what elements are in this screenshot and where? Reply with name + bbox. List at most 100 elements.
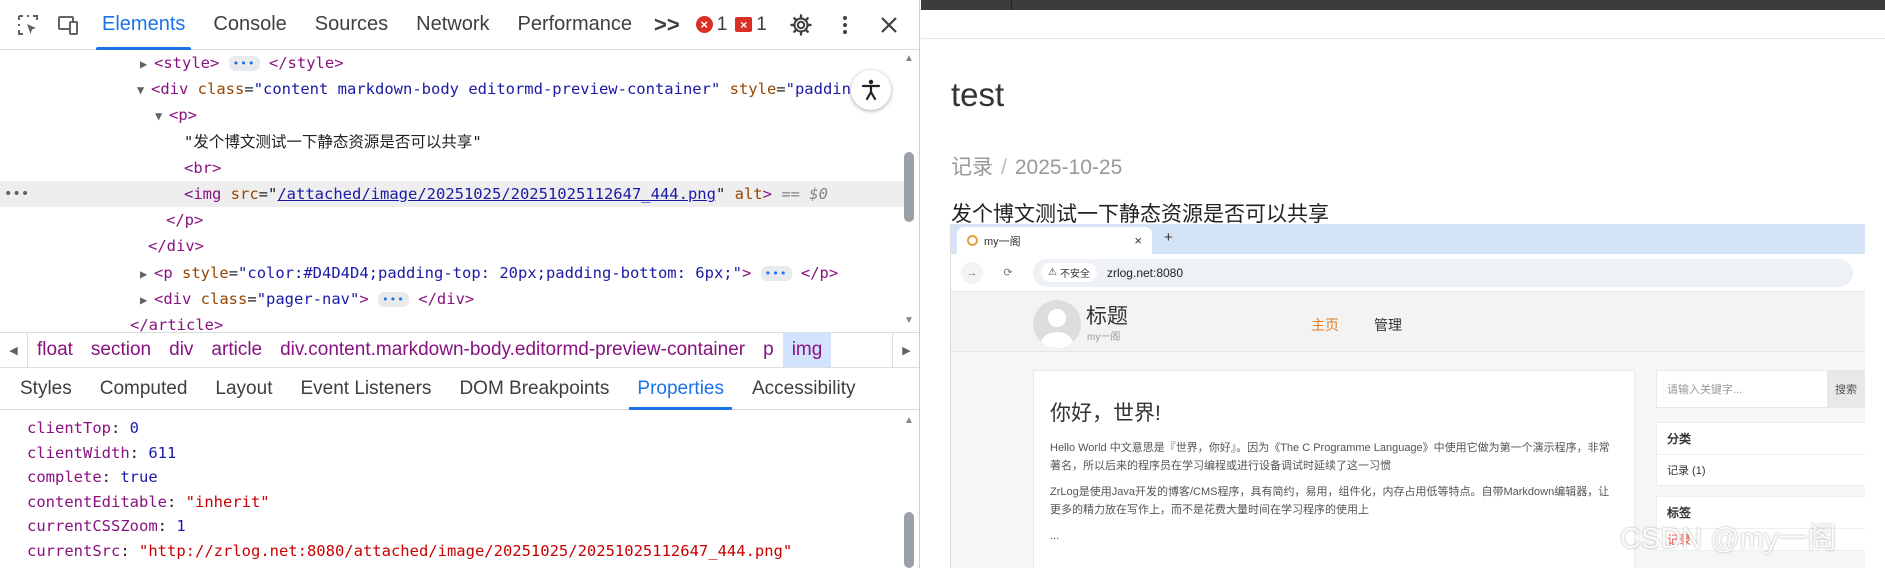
tab-network[interactable]: Network (402, 0, 503, 50)
property-row[interactable]: complete: true (27, 465, 904, 490)
shot-category-title: 分类 (1657, 423, 1865, 455)
collapse-triangle-icon[interactable]: ▼ (137, 77, 151, 103)
tab-console[interactable]: Console (199, 0, 300, 50)
expand-triangle-icon[interactable]: ▶ (140, 51, 154, 77)
error-counter[interactable]: × 1 (695, 14, 727, 36)
dom-node-p[interactable]: ▼ <p> (0, 102, 904, 128)
meta-separator: / (1001, 156, 1007, 179)
page-title: test (951, 76, 1005, 113)
tab-layout[interactable]: Layout (201, 368, 286, 410)
tab-sources[interactable]: Sources (301, 0, 402, 50)
issue-count: 1 (756, 13, 767, 35)
shot-browser-tabbar: my一阁 × + (951, 224, 1865, 254)
page-top-bar (921, 0, 1885, 10)
shot-article-para: Hello World 中文意思是『世界，你好』。因为《The C Progra… (1050, 442, 1610, 472)
issue-counter[interactable]: × 1 (735, 14, 767, 36)
shot-site-subtitle: my一阁 (1087, 332, 1121, 343)
inspect-element-icon[interactable] (8, 5, 48, 45)
accessibility-tree-toggle[interactable] (851, 70, 891, 110)
breadcrumb-right-arrow-icon[interactable]: ▶ (892, 333, 919, 367)
tab-accessibility[interactable]: Accessibility (738, 368, 869, 410)
dom-node-p-close[interactable]: </p> (0, 207, 904, 233)
shot-nav-home: 主页 (1311, 317, 1339, 333)
favicon-icon (967, 235, 978, 246)
shot-reload-icon: ⟳ (1003, 267, 1013, 279)
dom-node-img-selected[interactable]: ••• <img src="/attached/image/20251025/2… (0, 180, 904, 208)
shot-article-title: 你好，世界! (1050, 402, 1161, 425)
tab-elements[interactable]: Elements (88, 0, 199, 50)
collapsed-ellipsis[interactable]: ••• (228, 56, 260, 71)
dom-tree-scrollbar[interactable]: ▲ ▼ (903, 50, 915, 332)
more-tabs-button[interactable]: >> (646, 12, 688, 38)
dom-node-style[interactable]: ▶ <style> ••• </style> (0, 50, 904, 76)
property-row[interactable]: clientWidth: 611 (27, 441, 904, 466)
warning-icon: ⚠ (1048, 267, 1057, 278)
collapse-triangle-icon[interactable]: ▼ (155, 103, 169, 129)
scrollbar-thumb[interactable] (904, 512, 914, 568)
img-src-link[interactable]: /attached/image/20251025/20251025112647_… (277, 185, 716, 203)
dom-node-div-close[interactable]: </div> (0, 233, 904, 259)
shot-url-field: ⚠ 不安全 zrlog.net:8080 (1033, 258, 1853, 287)
collapsed-ellipsis[interactable]: ••• (760, 265, 792, 281)
issue-icon: × (735, 17, 753, 32)
shot-address-bar: → ⟳ ⚠ 不安全 zrlog.net:8080 (951, 254, 1865, 292)
breadcrumb-item-p[interactable]: p (754, 333, 783, 367)
property-row[interactable]: currentSrc: "http://zrlog.net:8080/attac… (27, 539, 904, 564)
shot-article-more: ... (1050, 530, 1060, 542)
devtools-toolbar: Elements Console Sources Network Perform… (0, 0, 919, 50)
kebab-menu-icon[interactable] (825, 5, 865, 45)
breadcrumb-item-div[interactable]: div (160, 333, 202, 367)
settings-gear-icon[interactable] (781, 5, 821, 45)
shot-category-item: 记录 (1) (1667, 465, 1706, 477)
breadcrumb-item-section[interactable]: section (82, 333, 160, 367)
expand-triangle-icon[interactable]: ▶ (140, 261, 154, 287)
dom-node-br[interactable]: <br> (0, 155, 904, 181)
dom-node-pager-nav[interactable]: ▶ <div class="pager-nav"> ••• </div> (0, 286, 904, 312)
shot-category-block: 分类 记录 (1) (1656, 422, 1865, 486)
shot-article-para: ZrLog是使用Java开发的博客/CMS程序，具有简约，易用，组件化，内存占用… (1050, 486, 1610, 516)
tab-dom-breakpoints[interactable]: DOM Breakpoints (445, 368, 623, 410)
shot-forward-icon: → (961, 261, 983, 284)
tab-computed[interactable]: Computed (86, 368, 202, 410)
console-ref: == $0 (781, 184, 828, 203)
divider (921, 38, 1885, 39)
property-row[interactable]: clientTop: 0 (27, 416, 904, 441)
shot-search-button: 搜索 (1827, 371, 1865, 407)
property-row[interactable]: currentCSSZoom: 1 (27, 514, 904, 539)
collapsed-ellipsis[interactable]: ••• (378, 291, 409, 307)
shot-tab-title: my一阁 (984, 235, 1021, 248)
shot-browser-tab: my一阁 × (957, 227, 1152, 254)
watermark: CSDN @my一阁 (1620, 523, 1837, 555)
close-icon[interactable] (869, 5, 909, 45)
scrollbar-thumb[interactable] (904, 152, 914, 222)
shot-article: 你好，世界! Hello World 中文意思是『世界，你好』。因为《The C… (1033, 370, 1635, 568)
tab-styles[interactable]: Styles (6, 368, 86, 410)
dom-node-text[interactable]: "发个博文测试一下静态资源是否可以共享" (0, 129, 904, 155)
dom-node-p-style[interactable]: ▶ <p style="color:#D4D4D4;padding-top: 20… (0, 260, 904, 286)
property-row[interactable]: contentEditable: "inherit" (27, 490, 904, 515)
breadcrumb-item-div-content[interactable]: div.content.markdown-body.editormd-previ… (271, 333, 754, 367)
device-toolbar-icon[interactable] (48, 5, 88, 45)
breadcrumb-item-img[interactable]: img (782, 333, 832, 367)
post-category-link[interactable]: 记录 (951, 156, 993, 179)
dom-node-article-close[interactable]: </article> (0, 312, 904, 332)
shot-site-header: 标题 my一阁 主页 管理 (951, 292, 1865, 352)
sidebar-pane-tabs: Styles Computed Layout Event Listeners D… (0, 368, 919, 410)
breadcrumb-item-article[interactable]: article (202, 333, 271, 367)
accessibility-icon (861, 79, 881, 101)
dom-node-div-content[interactable]: ▼ <div class="content markdown-body edito… (0, 76, 904, 102)
breadcrumb-item-float[interactable]: float (28, 333, 82, 367)
tab-event-listeners[interactable]: Event Listeners (286, 368, 445, 410)
properties-scrollbar[interactable]: ▲ (903, 410, 915, 568)
post-meta: 记录 / 2025-10-25 (951, 151, 1122, 181)
breadcrumb-left-arrow-icon[interactable]: ◀ (0, 333, 28, 367)
tab-performance[interactable]: Performance (504, 0, 647, 50)
devtools-panel: Elements Console Sources Network Perform… (0, 0, 920, 568)
tab-properties[interactable]: Properties (623, 368, 738, 410)
shot-search-box: 请输入关键字... 搜索 (1656, 370, 1865, 408)
node-actions-ellipsis[interactable]: ••• (4, 181, 29, 207)
properties-list: clientTop: 0 clientWidth: 611 complete: … (0, 410, 904, 568)
shot-nav-admin: 管理 (1374, 317, 1402, 333)
shot-new-tab-icon: + (1164, 229, 1173, 246)
expand-triangle-icon[interactable]: ▶ (140, 287, 154, 313)
